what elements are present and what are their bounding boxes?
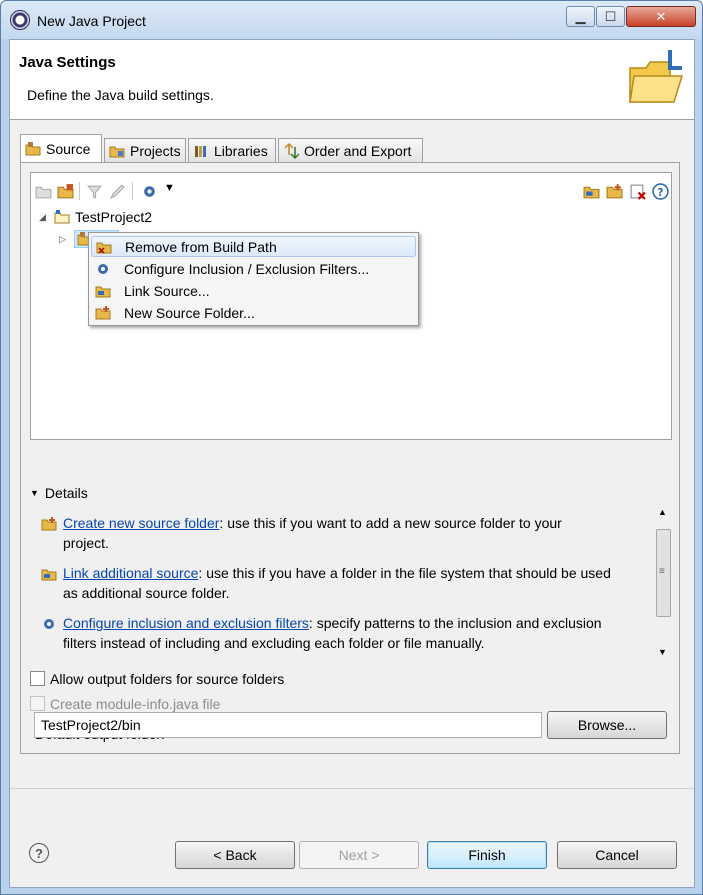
chevron-down-icon[interactable]: ▼ [164,182,175,194]
detail-create-source-folder: Create new source folder: use this if yo… [41,513,611,553]
tree-item-project[interactable]: ◢ TestProject2 [39,207,152,227]
collapse-arrow-icon[interactable]: ◢ [39,212,49,223]
eclipse-app-icon [10,10,30,30]
detail-configure-filters: Configure inclusion and exclusion filter… [41,613,611,653]
new-source-folder-icon[interactable] [606,183,623,200]
tab-order-and-export[interactable]: Order and Export [278,138,423,162]
link-source-disabled-icon [35,186,52,199]
expand-arrow-icon[interactable]: ▷ [59,234,69,245]
libraries-icon [195,145,206,157]
title-bar[interactable]: New Java Project ▁ ☐ ✕ [1,1,702,39]
toolbar-separator [132,182,133,200]
remove-icon[interactable] [629,183,646,200]
filter-disabled-icon [86,185,103,199]
menu-item-label: Link Source... [124,282,210,299]
menu-item-label: Remove from Build Path [125,238,277,255]
footer-divider [10,788,694,789]
tab-libraries[interactable]: Libraries [188,138,276,162]
grip-icon: ≡ [659,566,665,577]
output-folder-field[interactable]: TestProject2/bin [34,712,542,738]
tab-source[interactable]: Source [20,134,102,162]
add-folder-icon[interactable] [57,183,74,200]
help-icon[interactable]: ? [652,183,669,200]
tab-label: Source [46,140,91,157]
link-source-icon [41,569,57,581]
tab-label: Projects [130,142,181,159]
edit-disabled-icon [109,184,125,200]
close-button[interactable]: ✕ [626,6,696,27]
maximize-button[interactable]: ☐ [596,6,625,27]
open-folder-icon [629,50,684,103]
scrollbar-thumb[interactable]: ≡ [656,529,671,617]
allow-output-folders-checkbox[interactable] [30,671,45,686]
link-additional-source-link[interactable]: Link additional source [63,565,198,581]
tab-projects[interactable]: Projects [104,138,186,162]
details-scrollbar[interactable]: ▲ ≡ ▼ [654,505,673,663]
page-title: Java Settings [19,54,116,71]
details-heading: Details [44,485,88,501]
wizard-header: Java Settings Define the Java build sett… [10,40,694,120]
new-source-folder-icon [41,517,57,531]
projects-icon [109,146,125,157]
create-module-info-checkbox [30,696,45,711]
scroll-down-icon[interactable]: ▼ [658,647,667,657]
details-toggle[interactable]: ▼ Details [30,485,88,501]
dialog-client-area: Java Settings Define the Java build sett… [9,39,695,888]
menu-item-new-source-folder[interactable]: New Source Folder... [91,302,416,323]
dialog-window: New Java Project ▁ ☐ ✕ Java Settings Def… [0,0,703,895]
project-name: TestProject2 [75,209,153,225]
browse-button[interactable]: Browse... [547,711,667,739]
svg-text:?: ? [657,186,663,199]
detail-link-additional-source: Link additional source: use this if you … [41,563,611,603]
tab-label: Order and Export [304,142,412,159]
create-source-folder-link[interactable]: Create new source folder [63,515,219,531]
tab-label: Libraries [214,142,268,159]
allow-output-folders-label: Allow output folders for source folders [50,671,285,687]
details-content: Create new source folder: use this if yo… [31,505,665,663]
menu-item-link-source[interactable]: Link Source... [91,280,416,301]
finish-button[interactable]: Finish [427,841,547,869]
remove-from-build-path-icon [96,242,112,254]
window-title: New Java Project [37,13,146,29]
configure-filters-icon [98,263,108,274]
scroll-up-icon[interactable]: ▲ [658,507,667,517]
context-menu: Remove from Build Path Configure Inclusi… [88,232,419,326]
menu-item-label: New Source Folder... [124,304,255,321]
page-description: Define the Java build settings. [27,87,214,103]
menu-item-remove-from-build-path[interactable]: Remove from Build Path [91,236,416,257]
new-source-folder-icon [95,305,111,319]
back-button[interactable]: < Back [175,841,295,869]
configure-filters-icon [44,619,54,629]
next-button: Next > [299,841,419,869]
menu-item-label: Configure Inclusion / Exclusion Filters.… [124,260,370,277]
link-source-icon [95,286,111,297]
minimize-button[interactable]: ▁ [566,6,595,27]
link-source-icon[interactable] [583,183,600,200]
cancel-button[interactable]: Cancel [557,841,677,869]
help-button[interactable]: ? [29,843,49,863]
configure-build-path-icon[interactable] [141,183,158,200]
project-folder-icon [54,210,70,224]
collapse-arrow-icon: ▼ [30,488,39,498]
create-module-info-label: Create module-info.java file [50,696,221,712]
menu-item-configure-filters[interactable]: Configure Inclusion / Exclusion Filters.… [91,258,416,279]
configure-filters-link[interactable]: Configure inclusion and exclusion filter… [63,615,309,631]
toolbar-separator [79,182,80,200]
source-folder-icon [25,141,41,155]
order-export-icon [284,142,299,159]
